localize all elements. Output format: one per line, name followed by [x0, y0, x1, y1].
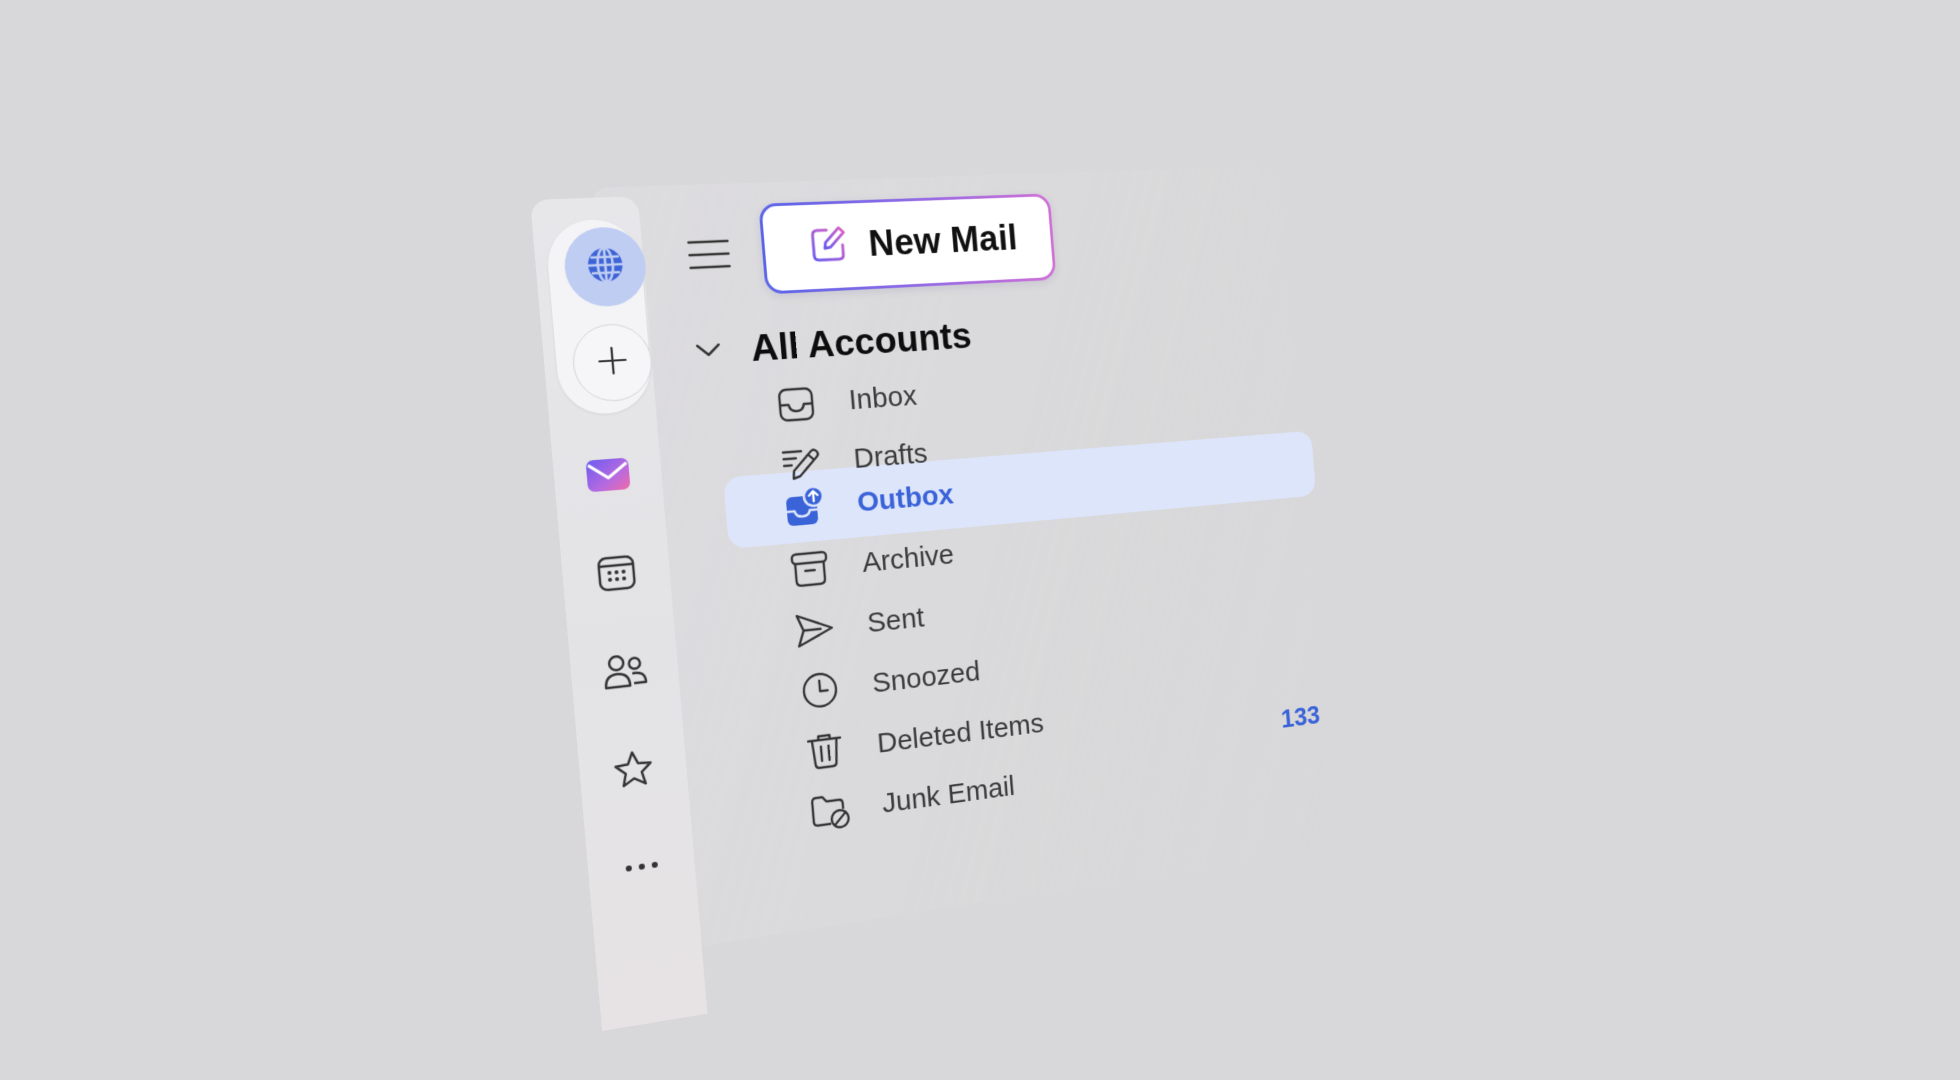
chevron-down-icon	[694, 340, 723, 364]
folder-label: Snoozed	[870, 655, 982, 700]
outbox-icon	[782, 485, 827, 531]
new-mail-button-body: New Mail	[761, 196, 1054, 292]
people-icon	[600, 649, 650, 698]
new-mail-label: New Mail	[867, 218, 1019, 264]
new-mail-button[interactable]: New Mail	[758, 193, 1057, 295]
folder-label: Inbox	[847, 380, 918, 416]
mail-app-icon	[583, 454, 633, 500]
folder-label: Sent	[866, 602, 926, 639]
account-switcher	[544, 218, 655, 417]
mail-sidebar-panel: New Mail All Accounts Inbox Drafts Outbo…	[530, 165, 1362, 1032]
junk-folder-icon	[808, 788, 853, 835]
app-stage: New Mail All Accounts Inbox Drafts Outbo…	[0, 0, 1960, 1080]
folder-label: Archive	[861, 538, 956, 579]
star-icon	[611, 746, 657, 797]
compose-icon	[807, 223, 850, 270]
add-account-button[interactable]	[569, 322, 655, 404]
rail-calendar-button[interactable]	[560, 541, 672, 610]
inbox-icon	[773, 382, 818, 427]
folder-label: Deleted Items	[875, 707, 1045, 760]
rail-favorites-button[interactable]	[578, 735, 689, 807]
rail-more-button[interactable]	[586, 832, 697, 905]
folder-label: Outbox	[856, 478, 955, 519]
calendar-icon	[595, 551, 639, 599]
rail-mail-button[interactable]	[552, 443, 664, 510]
send-icon	[792, 606, 837, 652]
menu-toggle-button[interactable]	[685, 236, 733, 277]
clock-icon	[797, 667, 842, 714]
all-accounts-button[interactable]	[561, 225, 649, 309]
trash-icon	[803, 728, 848, 775]
more-icon	[621, 857, 662, 880]
archive-icon	[787, 546, 832, 592]
hamburger-icon	[686, 236, 732, 276]
all-accounts-title: All Accounts	[749, 315, 973, 370]
rail-people-button[interactable]	[569, 638, 680, 708]
globe-icon	[582, 243, 628, 291]
add-icon	[594, 342, 632, 382]
folder-label: Junk Email	[880, 770, 1016, 820]
